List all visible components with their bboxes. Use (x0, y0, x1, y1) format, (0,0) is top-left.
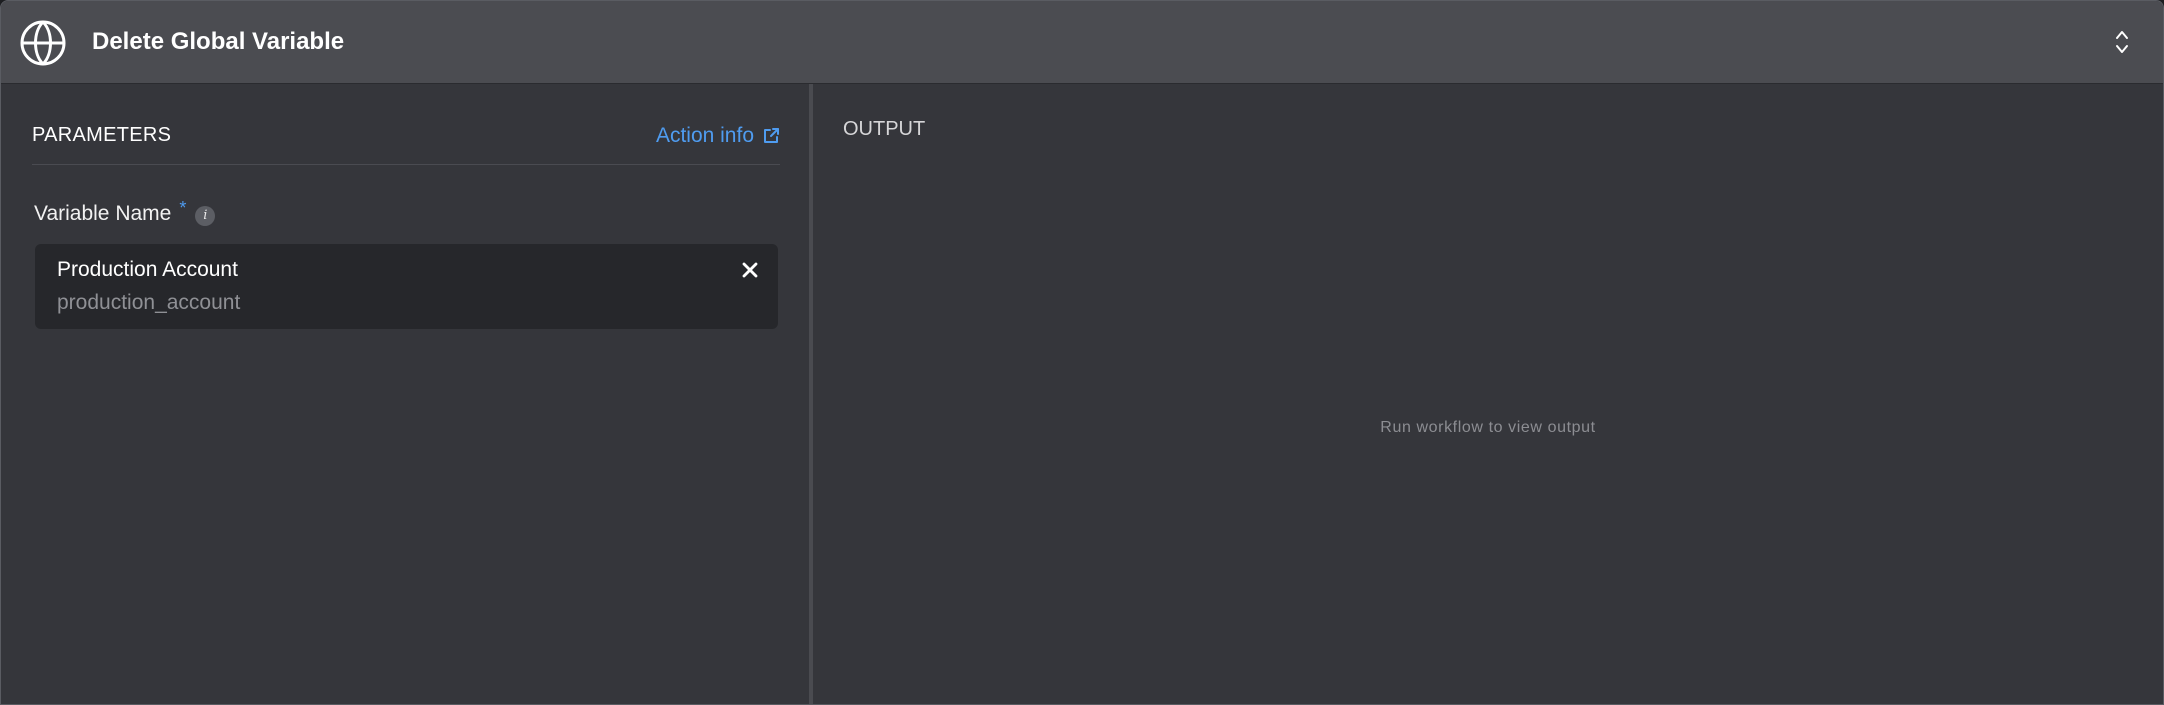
clear-selection-button[interactable] (736, 256, 764, 284)
action-info-label: Action info (655, 124, 754, 147)
parameters-heading: PARAMETERS (32, 124, 172, 146)
variable-name-label: Variable Name * i (34, 198, 216, 226)
required-marker: * (179, 198, 187, 218)
panel-header[interactable]: Delete Global Variable (1, 1, 2163, 84)
parameters-pane: PARAMETERS Action info Variable Name * i… (1, 84, 809, 704)
info-icon[interactable]: i (195, 206, 216, 226)
action-panel: Delete Global Variable PARAMETERS Action… (0, 0, 2164, 705)
variable-selection[interactable]: Production Account production_account (35, 244, 778, 329)
variable-display-name: Production Account (57, 258, 238, 281)
panel-title: Delete Global Variable (92, 28, 345, 55)
external-link-icon (764, 128, 779, 143)
variable-key: production_account (57, 291, 241, 314)
output-heading: OUTPUT (843, 118, 926, 140)
action-info-link[interactable]: Action info (656, 124, 780, 148)
output-empty-message: Run workflow to view output (1380, 419, 1596, 436)
globe-icon (20, 20, 66, 66)
section-divider (32, 164, 780, 165)
output-pane: OUTPUT Run workflow to view output (813, 84, 2163, 704)
expand-collapse-icon[interactable] (2115, 29, 2129, 55)
field-label-text: Variable Name (34, 202, 172, 225)
close-icon (742, 262, 758, 278)
